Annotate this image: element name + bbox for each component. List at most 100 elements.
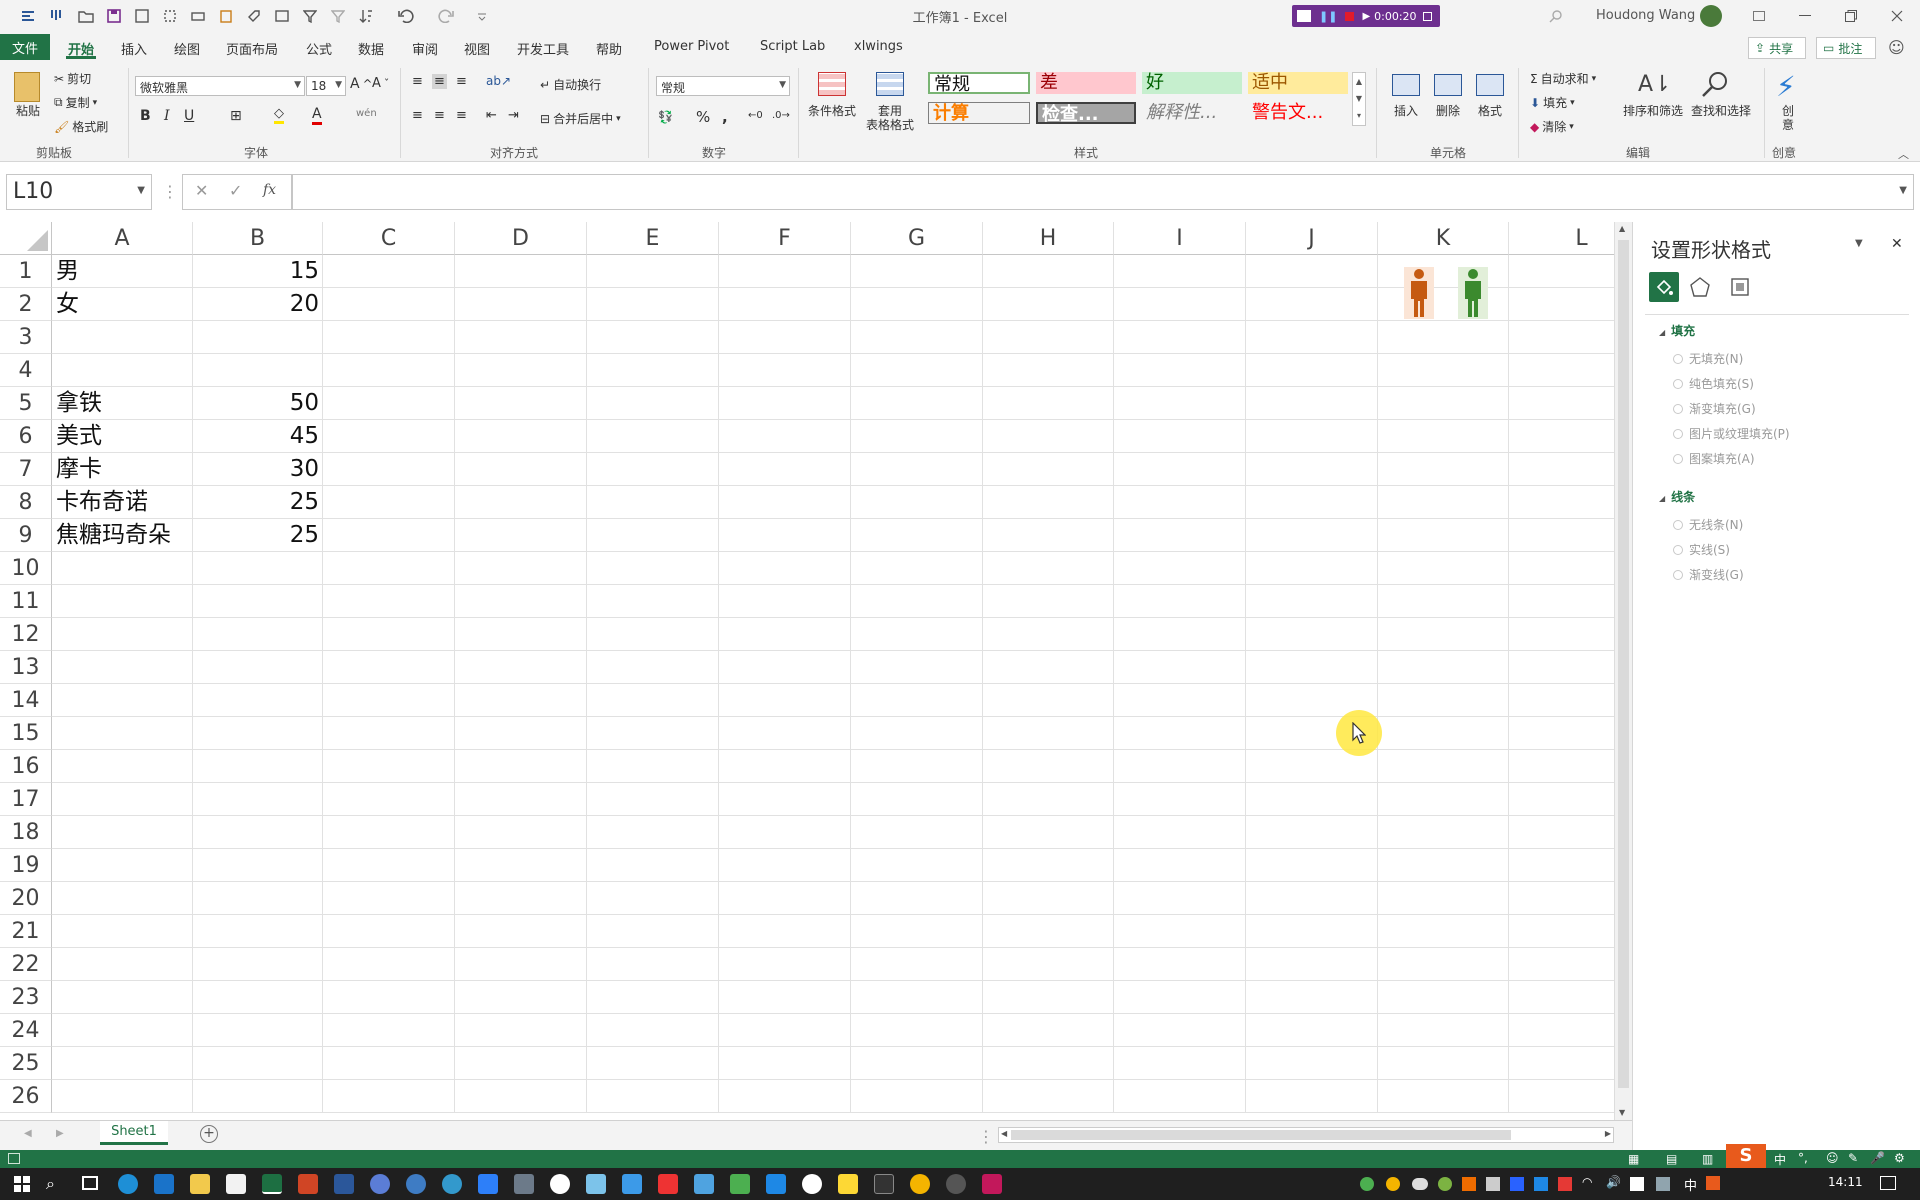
- worksheet-grid[interactable]: ABCDEFGHIJKL 1 2 3 4 5 6 7 8 9 10 11 12 13 14 15 16 17 18…: [0, 222, 1614, 1116]
- app-icon-12[interactable]: [874, 1174, 894, 1194]
- scroll-down-icon[interactable]: ▼: [1619, 1108, 1625, 1117]
- chrome-icon[interactable]: [802, 1174, 822, 1194]
- word-icon[interactable]: [334, 1174, 354, 1194]
- close-icon[interactable]: [1874, 0, 1920, 32]
- select-icon[interactable]: [160, 6, 180, 26]
- app-icon-13[interactable]: [910, 1174, 930, 1194]
- row-header-26[interactable]: 26: [0, 1080, 52, 1113]
- pause-icon[interactable]: ❚❚: [1319, 10, 1337, 23]
- app-icon-9[interactable]: [694, 1174, 714, 1194]
- tray-icon-8[interactable]: [1656, 1177, 1670, 1191]
- share-button[interactable]: ⇪ 共享: [1748, 37, 1806, 59]
- female-figure-shape[interactable]: [1458, 267, 1488, 319]
- column-header-l[interactable]: L: [1509, 222, 1614, 255]
- align-top-icon[interactable]: ≡: [412, 74, 423, 89]
- app-icon-14[interactable]: [946, 1174, 966, 1194]
- app-icon-2[interactable]: [406, 1174, 426, 1194]
- align-left-icon[interactable]: ≡: [412, 108, 423, 123]
- name-box[interactable]: L10 ▼: [6, 174, 152, 210]
- recording-widget[interactable]: ❚❚ ▶ 0:00:20: [1292, 5, 1440, 27]
- macro-record-icon[interactable]: [8, 1153, 20, 1164]
- decrease-font-icon[interactable]: Aˇ: [372, 76, 389, 91]
- style-warning[interactable]: 警告文...: [1248, 102, 1348, 124]
- app-icon-8[interactable]: [658, 1174, 678, 1194]
- conditional-format-icon[interactable]: [818, 72, 846, 96]
- pane-close-icon[interactable]: ✕: [1891, 236, 1903, 252]
- scroll-up-icon[interactable]: ▲: [1619, 224, 1625, 233]
- file-explorer-icon[interactable]: [190, 1174, 210, 1194]
- fill-color-icon[interactable]: ◇: [274, 106, 284, 124]
- comments-button[interactable]: ▭ 批注: [1816, 37, 1876, 59]
- row-header-21[interactable]: 21: [0, 915, 52, 948]
- clear-button[interactable]: ◆ 清除 ▾: [1530, 118, 1574, 135]
- scroll-left-icon[interactable]: ◀: [1001, 1129, 1007, 1138]
- tray-icon-1[interactable]: [1360, 1177, 1374, 1191]
- format-cells-icon[interactable]: [1476, 74, 1504, 96]
- option-solid-fill[interactable]: 纯色填充(S): [1673, 375, 1754, 392]
- hscroll-thumb[interactable]: [1011, 1130, 1511, 1140]
- tray-sogou-icon[interactable]: [1706, 1176, 1720, 1190]
- styles-scroll[interactable]: ▲ ▼ ▾: [1352, 72, 1366, 126]
- sogou-ime-icon[interactable]: S: [1726, 1144, 1766, 1168]
- microphone-icon[interactable]: 🎤: [1870, 1151, 1885, 1165]
- excel-taskbar-icon[interactable]: [262, 1174, 282, 1194]
- underline-icon[interactable]: U: [184, 108, 194, 124]
- tab-power-pivot[interactable]: Power Pivot: [654, 39, 729, 54]
- row-header-17[interactable]: 17: [0, 783, 52, 816]
- formula-input[interactable]: ▼: [292, 174, 1914, 210]
- page-break-view-icon[interactable]: ▥: [1702, 1152, 1713, 1166]
- app-icon-10[interactable]: [730, 1174, 750, 1194]
- orientation-icon[interactable]: ab↗: [486, 74, 511, 88]
- paste-button[interactable]: 粘贴: [12, 104, 44, 119]
- open-folder-icon[interactable]: [76, 6, 96, 26]
- ie-icon[interactable]: [154, 1174, 174, 1194]
- row-header-9[interactable]: 9: [0, 519, 52, 552]
- ribbon-display-icon[interactable]: [1736, 0, 1782, 32]
- scroll-thumb[interactable]: [1618, 240, 1629, 1088]
- row-header-24[interactable]: 24: [0, 1014, 52, 1047]
- comma-icon[interactable]: ,: [722, 108, 728, 126]
- column-header-d[interactable]: D: [455, 222, 587, 255]
- ideas-label-2[interactable]: 意: [1778, 118, 1798, 133]
- recorder-menu-icon[interactable]: [1422, 11, 1432, 21]
- style-explanatory[interactable]: 解释性...: [1142, 102, 1242, 124]
- option-no-line[interactable]: 无线条(N): [1673, 516, 1743, 533]
- paste-icon[interactable]: [216, 6, 236, 26]
- cell-b2[interactable]: 20: [193, 288, 323, 321]
- row-header-2[interactable]: 2: [0, 288, 52, 321]
- find-icon[interactable]: [1700, 70, 1730, 100]
- insert-button[interactable]: 插入: [1388, 104, 1424, 119]
- format-as-table-label-1[interactable]: 套用: [860, 104, 920, 119]
- autosum-button[interactable]: Σ 自动求和 ▾: [1530, 70, 1596, 87]
- app-icon-15[interactable]: [982, 1174, 1002, 1194]
- increase-indent-icon[interactable]: ⇥: [508, 108, 519, 123]
- align-bottom-icon[interactable]: ≡: [456, 74, 467, 89]
- quick-print-icon[interactable]: [188, 6, 208, 26]
- line-section-header[interactable]: ◢ 线条: [1659, 488, 1695, 505]
- column-header-h[interactable]: H: [983, 222, 1114, 255]
- font-size-combo[interactable]: 18 ▼: [306, 76, 346, 96]
- tray-icon-4[interactable]: [1486, 1177, 1500, 1191]
- cell-a9[interactable]: 焦糖玛奇朵: [52, 519, 193, 552]
- sort-filter-icon[interactable]: A⇂: [1638, 72, 1671, 97]
- tab-formulas[interactable]: 公式: [306, 39, 332, 58]
- row-header-25[interactable]: 25: [0, 1047, 52, 1080]
- row-header-20[interactable]: 20: [0, 882, 52, 915]
- decrease-decimal-icon[interactable]: .0→: [772, 110, 790, 121]
- app-icon-11[interactable]: [766, 1174, 786, 1194]
- touch-mode-icon[interactable]: [46, 6, 66, 26]
- bold-icon[interactable]: B: [140, 108, 151, 124]
- task-view-icon[interactable]: [82, 1176, 98, 1190]
- tab-xlwings[interactable]: xlwings: [854, 39, 903, 54]
- cell-a7[interactable]: 摩卡: [52, 453, 193, 486]
- punctuation-icon[interactable]: °,: [1798, 1151, 1808, 1165]
- option-picture-fill[interactable]: 图片或纹理填充(P): [1673, 425, 1790, 442]
- cell-a2[interactable]: 女: [52, 288, 193, 321]
- app-icon-4[interactable]: [514, 1174, 534, 1194]
- ime-mode[interactable]: 中: [1774, 1151, 1786, 1168]
- cell-a1[interactable]: 男: [52, 255, 193, 288]
- row-header-19[interactable]: 19: [0, 849, 52, 882]
- cell-b8[interactable]: 25: [193, 486, 323, 519]
- stop-icon[interactable]: [1345, 11, 1355, 21]
- number-format-combo[interactable]: 常规 ▼: [656, 76, 790, 96]
